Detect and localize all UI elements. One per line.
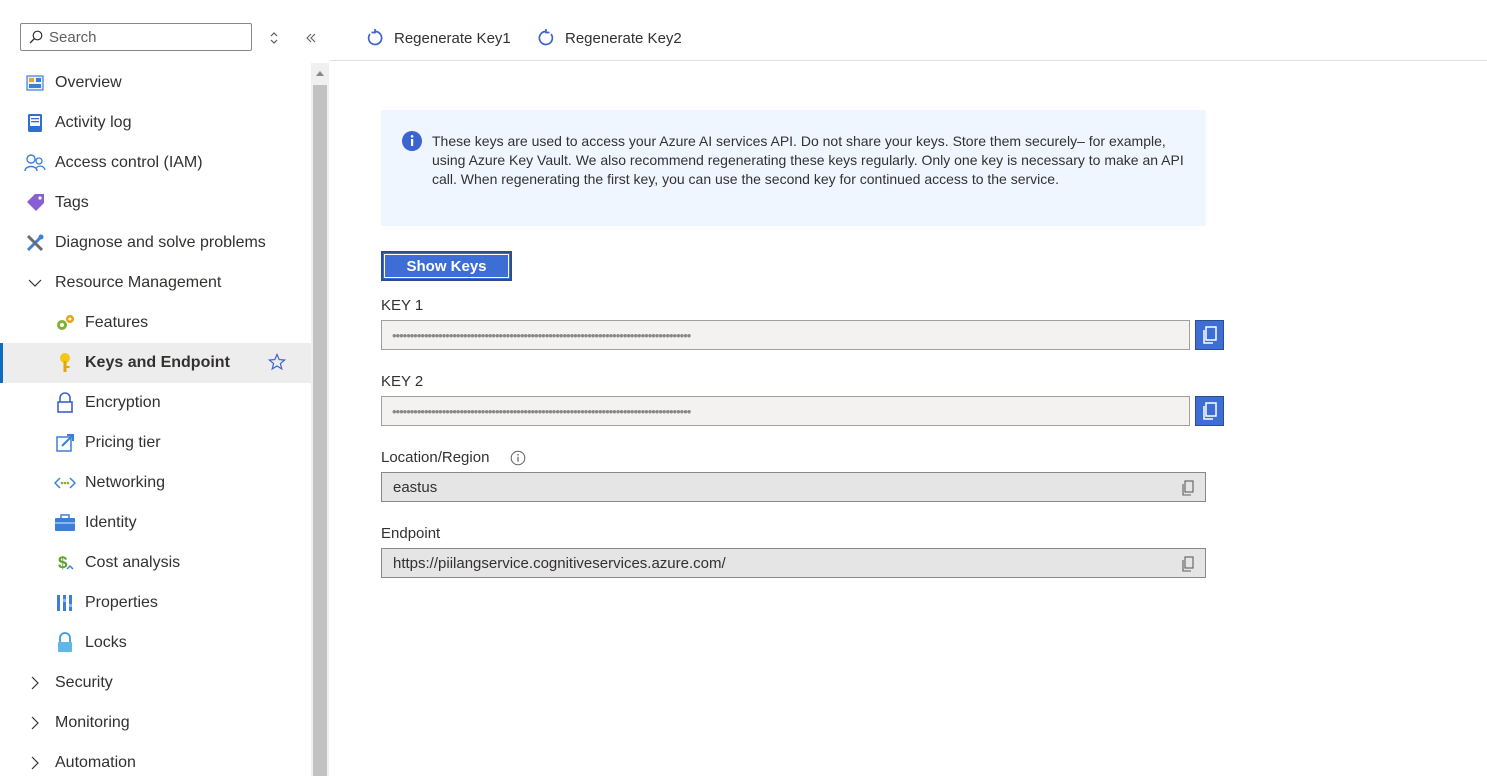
- sidebar-item-label: Monitoring: [55, 714, 130, 731]
- sidebar-group-security[interactable]: Security: [0, 663, 311, 703]
- activity-log-icon: [24, 112, 46, 134]
- sidebar-item-label: Features: [85, 314, 149, 331]
- copy-icon[interactable]: [1181, 556, 1195, 576]
- sidebar-item-label: Tags: [55, 194, 89, 211]
- info-icon: [401, 130, 423, 157]
- sidebar-item-label: Locks: [85, 634, 127, 651]
- copy-key2-button[interactable]: [1195, 396, 1224, 426]
- copy-key1-button[interactable]: [1195, 320, 1224, 350]
- info-text: These keys are used to access your Azure…: [432, 133, 1184, 187]
- regenerate-key1-button[interactable]: Regenerate Key1: [366, 24, 511, 52]
- regenerate-key2-button[interactable]: Regenerate Key2: [537, 24, 682, 52]
- svg-text:$: $: [58, 553, 68, 572]
- locks-icon: [54, 632, 76, 654]
- people-icon: [24, 152, 46, 174]
- sidebar-item-label: Encryption: [85, 394, 161, 411]
- key2-label: KEY 2: [381, 373, 424, 390]
- networking-icon: [54, 472, 76, 494]
- regenerate-key2-label: Regenerate Key2: [565, 29, 682, 47]
- key2-field[interactable]: ••••••••••••••••••••••••••••••••••••••••…: [381, 396, 1190, 426]
- overview-icon: [24, 72, 46, 94]
- command-bar: Regenerate Key1 Regenerate Key2: [330, 0, 1487, 61]
- sidebar-item-pricing-tier[interactable]: Pricing tier: [0, 423, 311, 463]
- cost-icon: $: [54, 552, 76, 574]
- sidebar-item-label: Diagnose and solve problems: [55, 234, 266, 251]
- lock-icon: [54, 392, 76, 414]
- collapse-sidebar-button[interactable]: [300, 27, 322, 49]
- sidebar-item-label: Networking: [85, 474, 166, 491]
- scroll-up-arrow-icon[interactable]: [311, 63, 329, 83]
- scrollbar-thumb[interactable]: [313, 85, 327, 776]
- location-region-field[interactable]: eastus: [381, 472, 1206, 502]
- sidebar-item-label: Keys and Endpoint: [85, 354, 230, 371]
- gears-icon: [54, 312, 76, 334]
- key1-label: KEY 1: [381, 297, 424, 314]
- sidebar-item-label: Identity: [85, 514, 137, 531]
- properties-icon: [54, 592, 76, 614]
- copy-icon[interactable]: [1181, 480, 1195, 500]
- endpoint-field[interactable]: https://piilangservice.cognitiveservices…: [381, 548, 1206, 578]
- sidebar-item-tags[interactable]: Tags: [0, 183, 311, 223]
- copy-icon: [1202, 326, 1217, 344]
- sidebar-item-label: Resource Management: [55, 274, 222, 291]
- copy-icon: [1202, 402, 1217, 420]
- sidebar-item-label: Activity log: [55, 114, 132, 131]
- sidebar-item-label: Access control (IAM): [55, 154, 203, 171]
- sidebar-item-label: Cost analysis: [85, 554, 181, 571]
- sidebar-item-encryption[interactable]: Encryption: [0, 383, 311, 423]
- sidebar-item-keys-and-endpoint[interactable]: Keys and Endpoint: [0, 343, 311, 383]
- chevron-right-icon: [24, 752, 46, 774]
- sidebar-item-label: Pricing tier: [85, 434, 161, 451]
- endpoint-value: https://piilangservice.cognitiveservices…: [393, 554, 726, 572]
- key1-field[interactable]: ••••••••••••••••••••••••••••••••••••••••…: [381, 320, 1190, 350]
- sidebar-item-overview[interactable]: Overview: [0, 63, 311, 103]
- chevron-down-icon: [24, 272, 46, 294]
- sidebar-item-networking[interactable]: Networking: [0, 463, 311, 503]
- sidebar-item-activity-log[interactable]: Activity log: [0, 103, 311, 143]
- sidebar-item-locks[interactable]: Locks: [0, 623, 311, 663]
- show-keys-button[interactable]: Show Keys: [381, 251, 512, 281]
- search-input[interactable]: [47, 28, 241, 46]
- sort-button[interactable]: [264, 28, 284, 48]
- sidebar-item-features[interactable]: Features: [0, 303, 311, 343]
- search-icon: [25, 30, 47, 44]
- sidebar-group-monitoring[interactable]: Monitoring: [0, 703, 311, 743]
- chevron-right-icon: [24, 672, 46, 694]
- wrench-icon: [24, 232, 46, 254]
- sidebar-item-cost-analysis[interactable]: $ Cost analysis: [0, 543, 311, 583]
- sidebar-nav: Overview Activity log Access control (IA…: [0, 63, 311, 783]
- endpoint-label: Endpoint: [381, 525, 441, 542]
- regenerate-key1-label: Regenerate Key1: [394, 29, 511, 47]
- sidebar-item-properties[interactable]: Properties: [0, 583, 311, 623]
- sort-icon: [270, 32, 278, 44]
- info-banner: These keys are used to access your Azure…: [381, 110, 1206, 226]
- refresh-icon: [538, 29, 554, 46]
- refresh-icon: [367, 29, 383, 46]
- sidebar-group-resource-management[interactable]: Resource Management: [0, 263, 311, 303]
- sidebar-item-label: Properties: [85, 594, 158, 611]
- double-chevron-left-icon: [306, 33, 316, 43]
- chevron-right-icon: [24, 712, 46, 734]
- sidebar-item-label: Automation: [55, 754, 136, 771]
- sidebar-scrollbar[interactable]: [311, 63, 329, 776]
- location-info-icon[interactable]: [510, 450, 526, 471]
- tag-icon: [24, 192, 46, 214]
- pricing-icon: [54, 432, 76, 454]
- sidebar-item-label: Security: [55, 674, 113, 691]
- location-region-label: Location/Region: [381, 449, 490, 466]
- location-region-value: eastus: [393, 478, 438, 496]
- sidebar-item-label: Overview: [55, 74, 122, 91]
- search-box[interactable]: [20, 23, 252, 51]
- favorite-star-icon[interactable]: [267, 352, 287, 376]
- identity-icon: [54, 512, 76, 534]
- sidebar-item-diagnose[interactable]: Diagnose and solve problems: [0, 223, 311, 263]
- sidebar: Overview Activity log Access control (IA…: [0, 0, 330, 776]
- key-icon: [54, 352, 76, 374]
- sidebar-group-automation[interactable]: Automation: [0, 743, 311, 783]
- sidebar-item-identity[interactable]: Identity: [0, 503, 311, 543]
- sidebar-item-access-control[interactable]: Access control (IAM): [0, 143, 311, 183]
